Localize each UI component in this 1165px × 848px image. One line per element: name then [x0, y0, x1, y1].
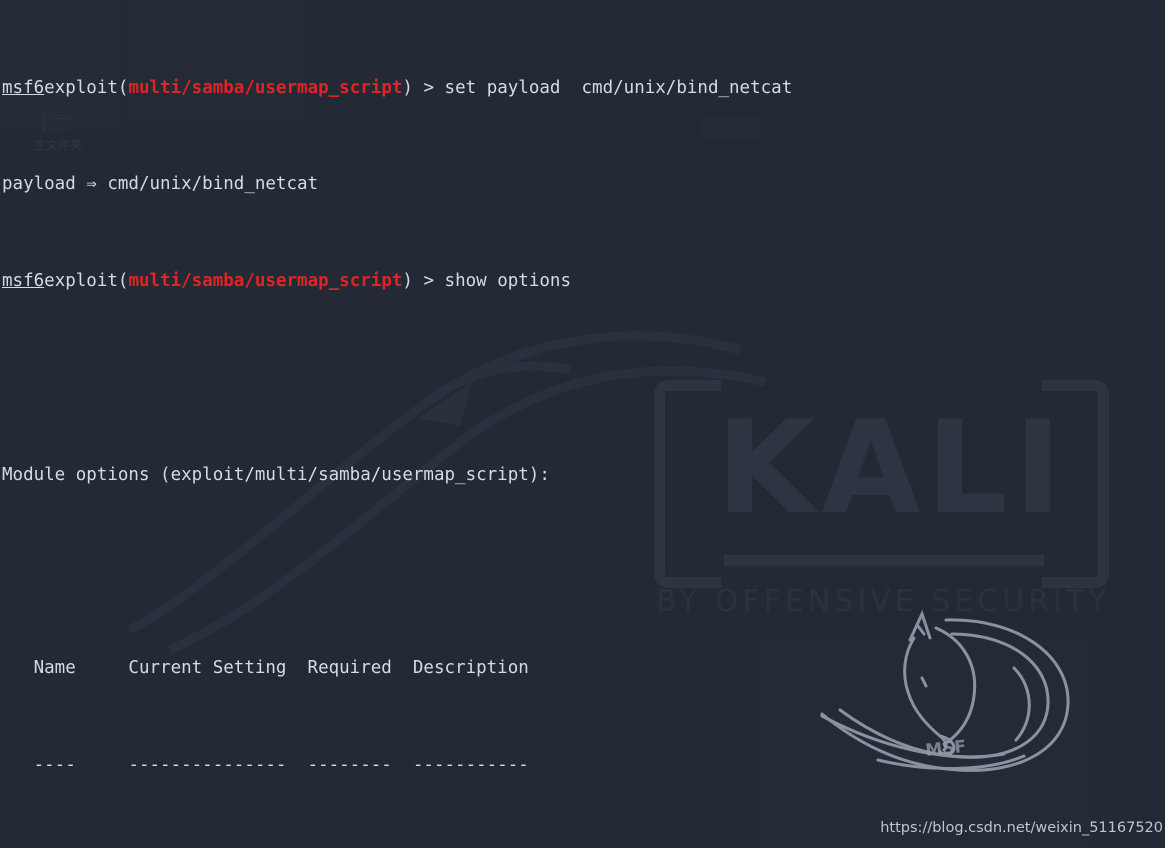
terminal-line-prompt: msf6exploit(multi/samba/usermap_script) … — [0, 269, 1165, 293]
module-options-header: Name Current Setting Required Descriptio… — [2, 658, 529, 679]
module-options-rule: ---- --------------- -------- ----------… — [2, 755, 529, 776]
prompt-close: ) > — [402, 271, 445, 292]
command-text: set payload cmd/unix/bind_netcat — [444, 77, 793, 98]
terminal-line-output: payload ⇒ cmd/unix/bind_netcat — [2, 174, 319, 195]
terminal-line-prompt: msf6exploit(multi/samba/usermap_script) … — [0, 76, 1165, 100]
prompt-cmd: exploit( — [44, 271, 129, 292]
prompt-user: msf6 — [2, 77, 45, 98]
terminal-screen[interactable]: 🗁 主文件夹 KALI BY OFFENSIVE SECURITY MSF ms… — [0, 0, 1165, 848]
terminal-output[interactable]: msf6exploit(multi/samba/usermap_script) … — [0, 0, 1165, 848]
prompt-module: multi/samba/usermap_script — [128, 77, 403, 98]
command-text: show options — [444, 271, 571, 292]
prompt-cmd: exploit( — [44, 77, 129, 98]
prompt-module: multi/samba/usermap_script — [128, 271, 403, 292]
prompt-close: ) > — [402, 77, 445, 98]
module-options-title: Module options (exploit/multi/samba/user… — [2, 464, 550, 485]
prompt-user: msf6 — [2, 271, 45, 292]
